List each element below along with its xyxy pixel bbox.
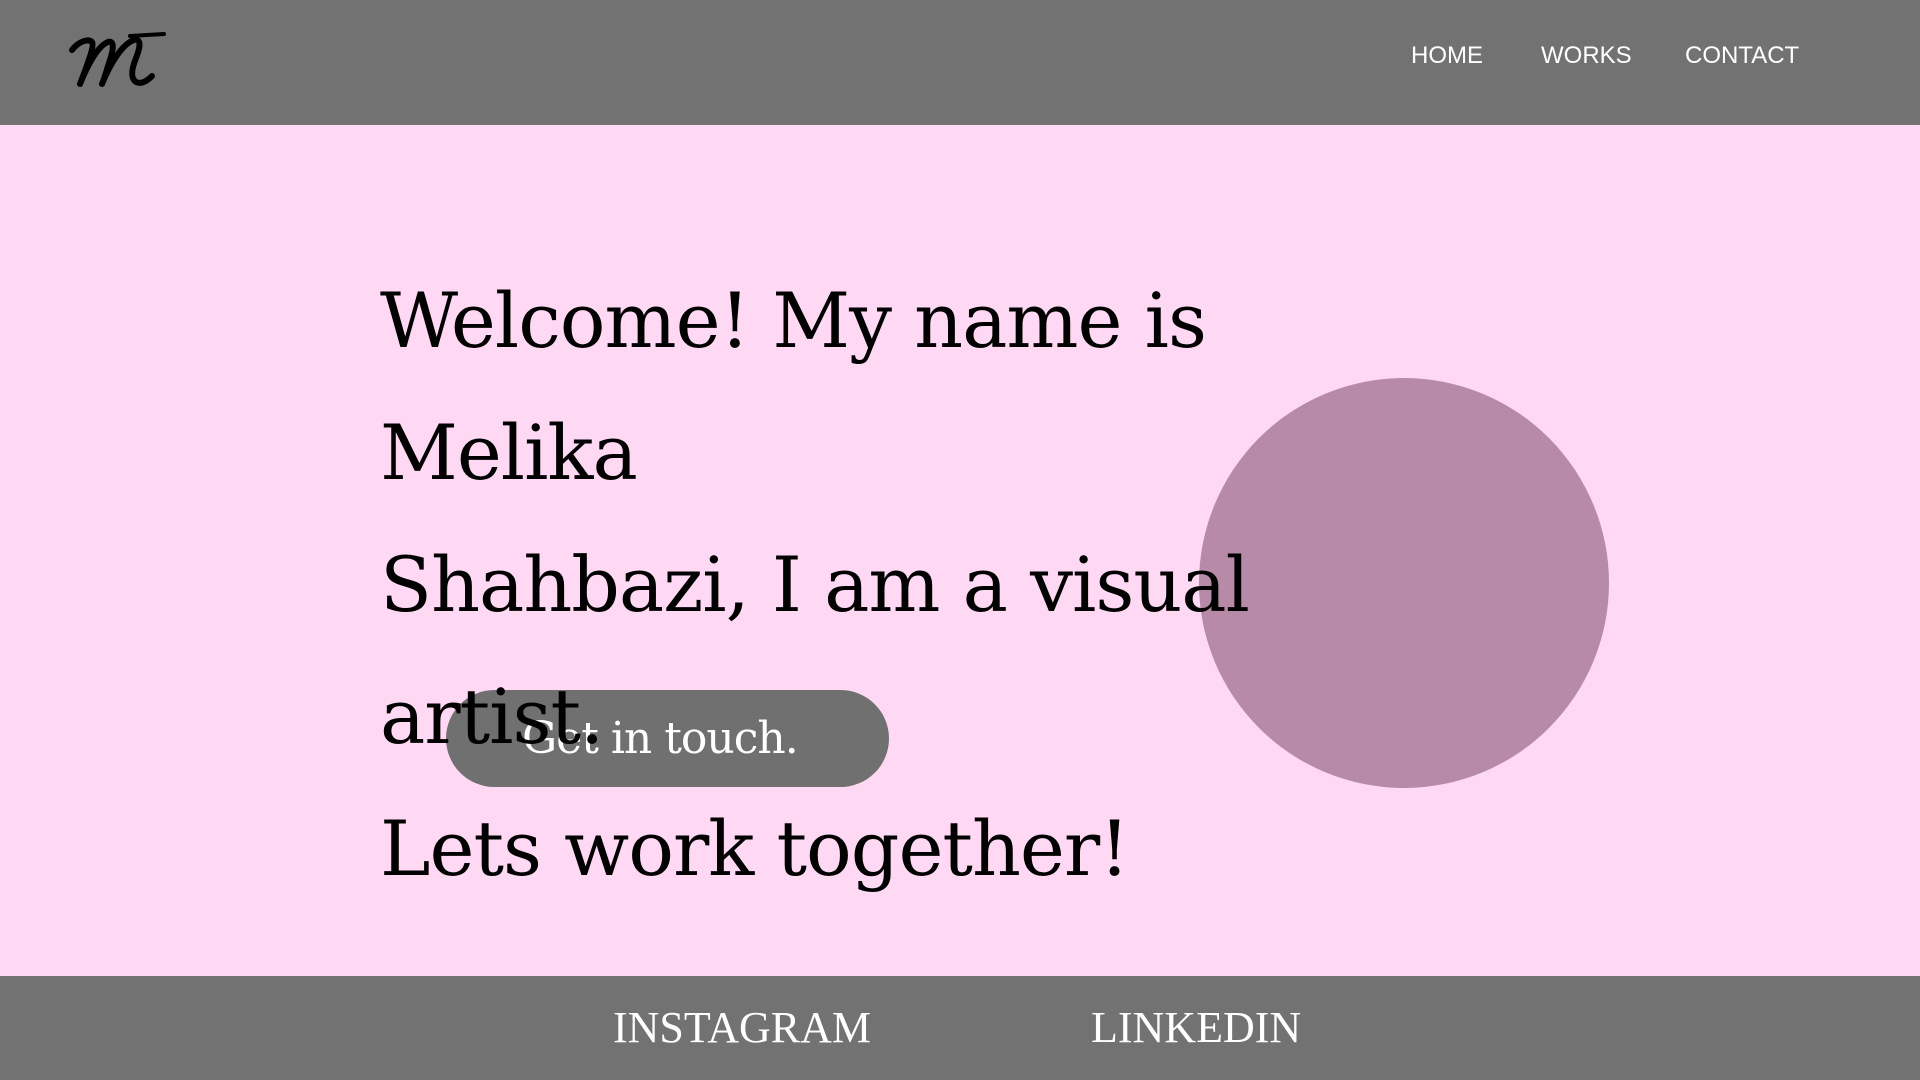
- nav-home-link[interactable]: HOME: [1411, 42, 1483, 70]
- nav-contact-link[interactable]: CONTACT: [1685, 42, 1799, 70]
- hero-line-1: Welcome! My name is Melika: [380, 276, 1207, 497]
- decorative-circle: [1199, 378, 1609, 788]
- site-footer: INSTAGRAM LINKEDIN: [0, 976, 1920, 1080]
- site-header: HOME WORKS CONTACT: [0, 0, 1920, 125]
- hero-line-3: Lets work together!: [380, 804, 1130, 893]
- instagram-link[interactable]: INSTAGRAM: [613, 1002, 871, 1053]
- main-nav: HOME WORKS CONTACT: [0, 42, 1920, 72]
- nav-works-link[interactable]: WORKS: [1541, 42, 1632, 70]
- hero-line-2: Shahbazi, I am a visual artist.: [380, 540, 1250, 761]
- linkedin-link[interactable]: LINKEDIN: [1091, 1002, 1301, 1053]
